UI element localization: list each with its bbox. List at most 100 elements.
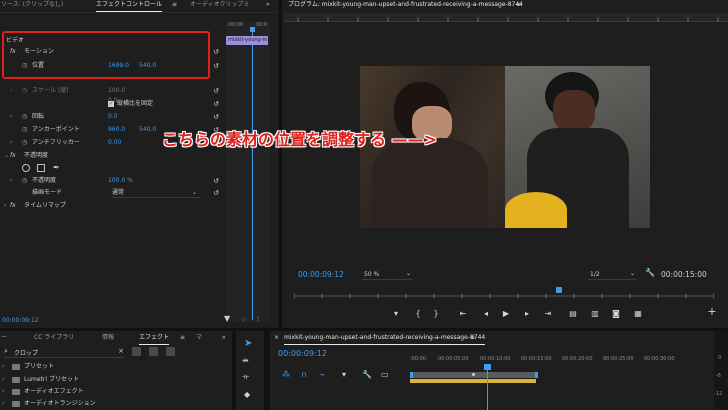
extract-icon[interactable]: ▥: [589, 308, 601, 320]
stopwatch-icon[interactable]: ◷: [22, 138, 27, 148]
reset-icon[interactable]: ↺: [212, 100, 220, 108]
settings-icon[interactable]: 🔧: [362, 370, 372, 379]
snap-icon[interactable]: ∩: [301, 370, 307, 379]
position-x-value[interactable]: 1699.0: [108, 61, 129, 71]
effects-search[interactable]: ⌕ クロップ ×: [4, 347, 124, 358]
stopwatch-icon[interactable]: ◷: [22, 125, 27, 135]
program-playhead[interactable]: [556, 287, 562, 293]
flicker-value[interactable]: 0.00: [108, 138, 121, 148]
play-icon[interactable]: ▶: [500, 308, 512, 320]
captions-icon[interactable]: ▭: [381, 370, 389, 379]
tab-audio-clip-mixer[interactable]: オーディオクリップミ: [190, 0, 249, 10]
tab-cc-libraries[interactable]: CC ライブラリ: [34, 333, 74, 343]
filter-icon[interactable]: ▼: [224, 314, 230, 323]
rotation-value[interactable]: 0.0: [108, 112, 118, 122]
play-only-audio-icon[interactable]: ▷: [242, 316, 247, 323]
clear-search-icon[interactable]: ×: [118, 347, 124, 355]
stopwatch-icon[interactable]: ◷: [22, 61, 27, 71]
tab-effects[interactable]: エフェクト: [139, 333, 170, 345]
comparison-view-icon[interactable]: ▦: [632, 308, 644, 320]
search-input[interactable]: クロップ: [14, 348, 38, 357]
reset-icon[interactable]: ↺: [212, 189, 220, 197]
reset-icon[interactable]: ↺: [212, 48, 220, 56]
reset-icon[interactable]: ↺: [212, 87, 220, 95]
program-timecode[interactable]: 00:00:09:12: [298, 270, 344, 279]
reset-icon[interactable]: ↺: [212, 177, 220, 185]
accelerated-effects-icon[interactable]: [132, 347, 141, 356]
tab-info[interactable]: 情報: [102, 333, 114, 343]
program-scrub-bar[interactable]: [293, 290, 715, 299]
scale-row[interactable]: › ◷ スケール (縦) 100.0: [6, 86, 221, 96]
collapse-arrow-icon[interactable]: ⌄: [4, 151, 9, 161]
list-item[interactable]: › オーディオエフェクト: [0, 387, 200, 397]
camera-icon[interactable]: ◙: [610, 308, 622, 320]
step-forward-icon[interactable]: ▸: [521, 308, 533, 320]
effect-controls-menu-icon[interactable]: ≡: [172, 0, 177, 10]
uniform-scale-row[interactable]: ✓ 縦横比を固定: [108, 99, 208, 109]
timeline-clip-yellow[interactable]: [410, 379, 536, 383]
rectangle-mask-icon[interactable]: [37, 164, 45, 172]
nest-icon[interactable]: ⁂: [282, 370, 290, 379]
rotation-row[interactable]: › ◷ 回転 0.0: [6, 112, 206, 122]
export-frame-icon[interactable]: ⇪: [256, 316, 261, 323]
expand-arrow-icon[interactable]: ›: [10, 86, 12, 96]
go-to-in-icon[interactable]: ⇤: [457, 308, 469, 320]
stopwatch-icon[interactable]: ◷: [22, 86, 27, 96]
tab-source[interactable]: ソース: (クリップなし): [1, 0, 63, 10]
list-item[interactable]: › オーディオトランジション: [0, 399, 200, 409]
timeline-menu-icon[interactable]: ≡: [470, 333, 475, 343]
pen-mask-icon[interactable]: ✒: [53, 163, 60, 173]
lift-icon[interactable]: ▤: [567, 308, 579, 320]
work-area-bar[interactable]: [410, 372, 538, 378]
anchor-x-value[interactable]: 960.0: [108, 125, 125, 135]
add-button-icon[interactable]: +: [706, 306, 718, 318]
add-marker-icon[interactable]: ▾: [390, 308, 402, 320]
close-icon[interactable]: ×: [274, 333, 279, 343]
mark-in-icon[interactable]: {: [412, 308, 424, 320]
selection-tool-icon[interactable]: ➤: [244, 338, 252, 349]
opacity-value-row[interactable]: › ◷ 不透明度 100.0 %: [6, 176, 206, 186]
resolution-select[interactable]: 1/2 ⌄: [588, 270, 636, 280]
razor-tool-icon[interactable]: ◆: [244, 390, 250, 399]
uniform-scale-checkbox[interactable]: ✓: [108, 101, 114, 107]
ripple-edit-tool-icon[interactable]: ⟛: [242, 372, 249, 382]
mini-clip-bar[interactable]: mixkit-young-m: [226, 36, 268, 45]
chevron-down-icon[interactable]: ⌄: [192, 188, 197, 198]
32bit-effects-icon[interactable]: [149, 347, 158, 356]
linked-selection-icon[interactable]: ⌁: [320, 370, 325, 379]
expand-arrow-icon[interactable]: ›: [10, 112, 12, 122]
panel-overflow-icon[interactable]: »: [266, 0, 270, 10]
position-y-value[interactable]: 540.0: [139, 61, 156, 71]
step-back-icon[interactable]: ◂: [480, 308, 492, 320]
blend-mode-select[interactable]: 通常: [112, 188, 200, 198]
reset-icon[interactable]: ↺: [212, 62, 220, 70]
ellipse-mask-icon[interactable]: [22, 164, 30, 172]
program-menu-icon[interactable]: ≡: [516, 0, 521, 10]
expand-arrow-icon[interactable]: ›: [4, 201, 6, 211]
list-item[interactable]: › プリセット: [0, 362, 200, 372]
scale-value[interactable]: 100.0: [108, 86, 125, 96]
reset-icon[interactable]: ↺: [212, 113, 220, 121]
panel-overflow-icon[interactable]: »: [222, 333, 226, 343]
expand-arrow-icon[interactable]: ›: [10, 138, 12, 148]
stopwatch-icon[interactable]: ◷: [22, 112, 27, 122]
opacity-row[interactable]: ⌄ fx 不透明度: [2, 151, 202, 161]
opacity-value[interactable]: 100.0 %: [108, 176, 133, 186]
motion-row[interactable]: fx モーション: [6, 47, 206, 57]
track-select-tool-icon[interactable]: ⇻: [242, 356, 249, 365]
effect-timecode[interactable]: 00:00:09:12: [2, 317, 39, 324]
tab-effect-controls[interactable]: エフェクトコントロール: [96, 0, 163, 12]
program-monitor-title[interactable]: プログラム: mixkit-young-man-upset-and-frustr…: [288, 0, 523, 10]
anchor-y-value[interactable]: 540.0: [139, 125, 156, 135]
mark-out-icon[interactable]: }: [430, 308, 442, 320]
zoom-select[interactable]: 50 % ⌄: [362, 270, 412, 280]
wrench-icon[interactable]: 🔧: [645, 268, 655, 277]
add-marker-icon[interactable]: ▾: [342, 370, 346, 379]
blend-mode-row[interactable]: 描画モード 通常 ⌄: [6, 188, 206, 198]
time-remap-row[interactable]: › fx タイムリマップ: [2, 201, 202, 211]
effects-menu-icon[interactable]: ≡: [180, 333, 185, 343]
expand-arrow-icon[interactable]: ›: [10, 176, 12, 186]
stopwatch-icon[interactable]: ◷: [22, 176, 27, 186]
timeline-title[interactable]: mixkit-young-man-upset-and-frustrated-re…: [284, 333, 486, 345]
go-to-out-icon[interactable]: ⇥: [542, 308, 554, 320]
